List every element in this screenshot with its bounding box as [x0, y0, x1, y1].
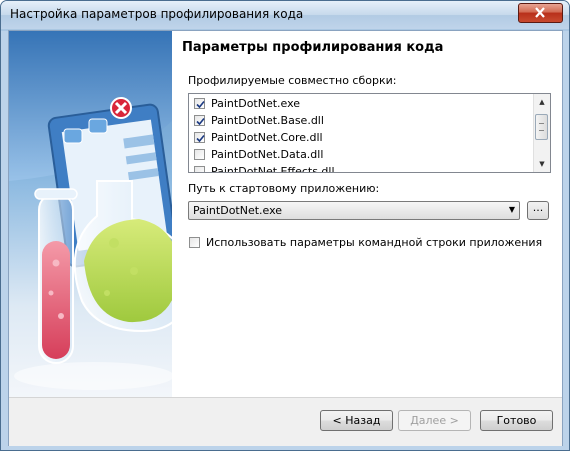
wizard-client-area: Параметры профилирования кода Профилируе…: [8, 30, 563, 446]
title-bar[interactable]: Настройка параметров профилирования кода: [1, 1, 569, 29]
assembly-checkbox[interactable]: [194, 132, 205, 143]
cmdline-option[interactable]: Использовать параметры командной строки …: [189, 236, 542, 249]
assembly-name: PaintDotNet.Effects.dll: [211, 165, 335, 173]
assembly-checkbox[interactable]: [194, 149, 205, 160]
assembly-name: PaintDotNet.Base.dll: [211, 114, 324, 127]
wizard-content: Параметры профилирования кода Профилируе…: [172, 31, 562, 397]
cmdline-label: Использовать параметры командной строки …: [206, 236, 543, 249]
list-item[interactable]: PaintDotNet.Data.dll: [194, 146, 323, 163]
close-icon: [535, 7, 545, 18]
window-title: Настройка параметров профилирования кода: [10, 7, 304, 21]
startup-app-combobox[interactable]: PaintDotNet.exe ▼: [188, 201, 520, 220]
finish-button[interactable]: Готово: [480, 410, 553, 431]
assembly-name: PaintDotNet.Data.dll: [211, 148, 324, 161]
check-icon: [196, 100, 205, 109]
list-item[interactable]: PaintDotNet.exe: [194, 95, 300, 112]
scroll-thumb[interactable]: [535, 114, 548, 140]
lab-flask-illustration: [9, 31, 172, 390]
browse-button[interactable]: ...: [527, 201, 549, 220]
startup-label: Путь к стартовому приложению:: [188, 182, 380, 195]
dropdown-arrow-icon[interactable]: ▼: [509, 205, 515, 214]
close-button[interactable]: [518, 3, 563, 23]
assemblies-list[interactable]: PaintDotNet.exe PaintDotNet.Base.dll Pai…: [188, 93, 551, 173]
wizard-window: Настройка параметров профилирования кода: [0, 0, 570, 451]
assemblies-label: Профилируемые совместно сборки:: [188, 74, 397, 87]
assembly-checkbox[interactable]: [194, 115, 205, 126]
list-scrollbar[interactable]: ▲ ▼: [533, 94, 550, 172]
page-heading: Параметры профилирования кода: [182, 40, 444, 55]
cmdline-checkbox[interactable]: [189, 237, 200, 248]
wizard-footer: < Назад Далее > Готово: [9, 397, 562, 446]
next-button[interactable]: Далее >: [398, 410, 471, 431]
assembly-checkbox[interactable]: [194, 98, 205, 109]
check-icon: [196, 134, 205, 143]
list-item[interactable]: PaintDotNet.Base.dll: [194, 112, 324, 129]
assembly-name: PaintDotNet.exe: [211, 97, 301, 110]
side-illustration: [9, 31, 172, 397]
list-item[interactable]: PaintDotNet.Effects.dll: [194, 163, 335, 173]
assembly-checkbox[interactable]: [194, 166, 205, 172]
scroll-down-arrow-icon[interactable]: ▼: [534, 156, 550, 172]
scroll-up-arrow-icon[interactable]: ▲: [534, 94, 550, 110]
check-icon: [196, 117, 205, 126]
list-item[interactable]: PaintDotNet.Core.dll: [194, 129, 323, 146]
startup-app-value: PaintDotNet.exe: [193, 204, 283, 217]
assembly-name: PaintDotNet.Core.dll: [211, 131, 323, 144]
back-button[interactable]: < Назад: [320, 410, 393, 431]
